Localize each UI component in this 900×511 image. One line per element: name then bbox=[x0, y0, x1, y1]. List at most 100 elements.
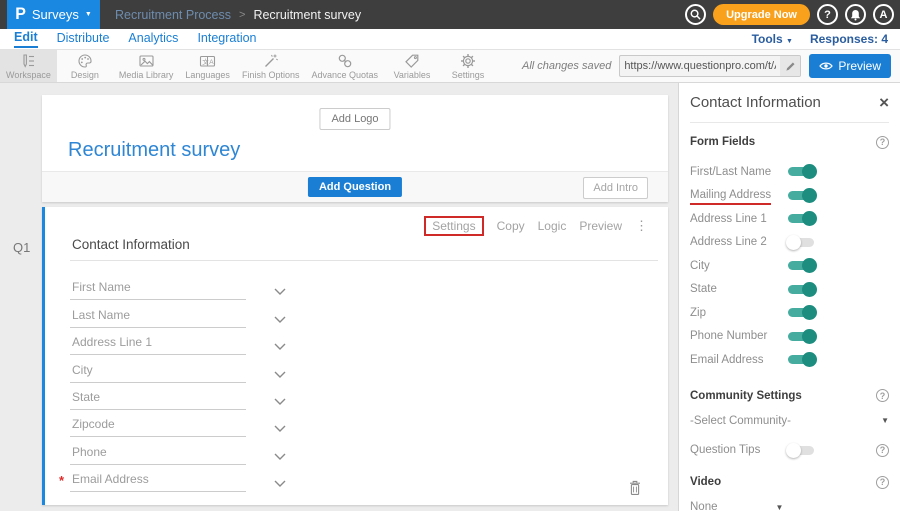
toolbar-item-finish-options[interactable]: Finish Options bbox=[236, 50, 306, 82]
avatar[interactable]: A bbox=[873, 4, 894, 25]
question-copy-link[interactable]: Copy bbox=[497, 219, 525, 233]
toggle-switch[interactable] bbox=[788, 308, 814, 317]
edit-url-pencil-icon[interactable] bbox=[780, 56, 800, 76]
question-tips-label: Question Tips bbox=[690, 444, 760, 456]
product-menu[interactable]: P Surveys ▼ bbox=[7, 0, 100, 29]
tools-menu[interactable]: Tools ▼ bbox=[752, 32, 793, 46]
toggle-switch[interactable] bbox=[788, 446, 814, 455]
toggle-switch[interactable] bbox=[788, 238, 814, 247]
languages-icon: 文A bbox=[199, 53, 216, 69]
toggle-label: Mailing Address bbox=[690, 189, 771, 205]
toggle-label: City bbox=[690, 260, 710, 272]
question-title[interactable]: Contact Information bbox=[72, 237, 190, 252]
upgrade-now-button[interactable]: Upgrade Now bbox=[713, 4, 810, 25]
toolbar-item-variables[interactable]: Variables bbox=[384, 50, 440, 82]
toggle-switch[interactable] bbox=[788, 285, 814, 294]
chevron-down-icon[interactable] bbox=[274, 343, 286, 351]
preview-button[interactable]: Preview bbox=[809, 54, 891, 78]
toolbar-item-languages[interactable]: 文A Languages bbox=[179, 50, 236, 82]
chevron-down-icon[interactable] bbox=[274, 371, 286, 379]
gear-icon bbox=[460, 53, 476, 69]
video-select[interactable]: None ▼ bbox=[690, 498, 889, 511]
toggle-switch[interactable] bbox=[788, 191, 814, 200]
toggle-switch[interactable] bbox=[788, 214, 814, 223]
close-icon[interactable]: × bbox=[879, 94, 889, 111]
tag-icon bbox=[404, 53, 420, 69]
chevron-down-icon[interactable] bbox=[274, 316, 286, 324]
question-title-divider bbox=[70, 260, 658, 261]
breadcrumb-folder[interactable]: Recruitment Process bbox=[115, 8, 231, 22]
form-field-row: * First Name bbox=[70, 273, 286, 300]
svg-text:文: 文 bbox=[202, 57, 209, 66]
field-label[interactable]: Address Line 1 bbox=[72, 335, 152, 349]
video-heading: Video bbox=[690, 476, 721, 488]
tab-edit[interactable]: Edit bbox=[14, 30, 38, 48]
help-icon[interactable]: ? bbox=[876, 389, 889, 402]
field-label[interactable]: Email Address bbox=[72, 472, 149, 486]
required-marker: * bbox=[59, 473, 64, 488]
help-icon[interactable]: ? bbox=[876, 444, 889, 457]
survey-title[interactable]: Recruitment survey bbox=[68, 139, 240, 162]
toggle-label: Address Line 1 bbox=[690, 213, 767, 225]
chevron-down-icon[interactable] bbox=[274, 288, 286, 296]
video-section-head: Video ? bbox=[690, 475, 889, 489]
add-intro-button[interactable]: Add Intro bbox=[583, 177, 648, 199]
help-icon[interactable]: ? bbox=[876, 136, 889, 149]
toolbar-item-workspace[interactable]: Workspace bbox=[0, 50, 57, 82]
questionpro-logo-icon: P bbox=[15, 5, 26, 24]
field-label[interactable]: Last Name bbox=[72, 308, 130, 322]
help-icon[interactable]: ? bbox=[876, 476, 889, 489]
form-field-row: * State bbox=[70, 383, 286, 410]
add-question-button[interactable]: Add Question bbox=[308, 177, 402, 197]
toolbar-item-settings[interactable]: Settings bbox=[440, 50, 496, 82]
question-tips-row: Question Tips ? bbox=[690, 439, 889, 463]
tab-distribute[interactable]: Distribute bbox=[57, 31, 110, 47]
field-label[interactable]: State bbox=[72, 390, 100, 404]
design-palette-icon bbox=[77, 53, 93, 69]
form-fields-heading: Form Fields bbox=[690, 136, 755, 148]
field-label[interactable]: Zipcode bbox=[72, 417, 115, 431]
form-field-row: * Last Name bbox=[70, 300, 286, 327]
toggle-switch[interactable] bbox=[788, 261, 814, 270]
toggle-switch[interactable] bbox=[788, 332, 814, 341]
delete-question-trash-icon[interactable] bbox=[628, 480, 642, 496]
question-logic-link[interactable]: Logic bbox=[538, 219, 567, 233]
question-preview-link[interactable]: Preview bbox=[579, 219, 622, 233]
chevron-down-icon: ▼ bbox=[881, 416, 889, 425]
media-library-icon bbox=[138, 53, 155, 69]
field-label[interactable]: First Name bbox=[72, 280, 131, 294]
tab-integration[interactable]: Integration bbox=[197, 31, 256, 47]
breadcrumb: Recruitment Process > Recruitment survey bbox=[115, 8, 361, 22]
toggle-switch[interactable] bbox=[788, 167, 814, 176]
field-label[interactable]: Phone bbox=[72, 445, 107, 459]
toggle-row-phone-number: Phone Number bbox=[690, 325, 889, 349]
toggle-switch[interactable] bbox=[788, 355, 814, 364]
community-settings-head: Community Settings ? bbox=[690, 389, 889, 403]
chevron-down-icon[interactable] bbox=[274, 425, 286, 433]
chevron-down-icon[interactable] bbox=[274, 480, 286, 488]
chevron-down-icon[interactable] bbox=[274, 398, 286, 406]
add-logo-button[interactable]: Add Logo bbox=[319, 108, 390, 130]
form-field-row: * Phone bbox=[70, 437, 286, 464]
question-settings-link[interactable]: Settings bbox=[424, 216, 483, 236]
field-label[interactable]: City bbox=[72, 363, 93, 377]
help-icon[interactable]: ? bbox=[817, 4, 838, 25]
notifications-bell-icon[interactable] bbox=[845, 4, 866, 25]
more-options-dots-icon[interactable]: ⋮ bbox=[635, 218, 648, 234]
chevron-down-icon[interactable] bbox=[274, 453, 286, 461]
svg-text:A: A bbox=[209, 59, 214, 66]
survey-header-card: Add Logo Recruitment survey Add Question… bbox=[42, 95, 668, 202]
toggle-row-first-last-name: First/Last Name bbox=[690, 160, 889, 184]
toggle-label: Address Line 2 bbox=[690, 236, 767, 248]
toolbar-item-media-library[interactable]: Media Library bbox=[113, 50, 180, 82]
survey-url-input[interactable] bbox=[620, 60, 780, 72]
community-select[interactable]: -Select Community- ▼ bbox=[690, 412, 889, 430]
form-fields-section-head: Form Fields ? bbox=[690, 135, 889, 149]
search-icon[interactable] bbox=[685, 4, 706, 25]
save-status: All changes saved bbox=[522, 60, 611, 72]
question-settings-panel: Contact Information × Form Fields ? Firs… bbox=[678, 83, 900, 511]
tab-analytics[interactable]: Analytics bbox=[128, 31, 178, 47]
responses-count[interactable]: Responses: 4 bbox=[810, 32, 888, 46]
toolbar-item-advance-quotas[interactable]: Advance Quotas bbox=[305, 50, 384, 82]
toolbar-item-design[interactable]: Design bbox=[57, 50, 113, 82]
